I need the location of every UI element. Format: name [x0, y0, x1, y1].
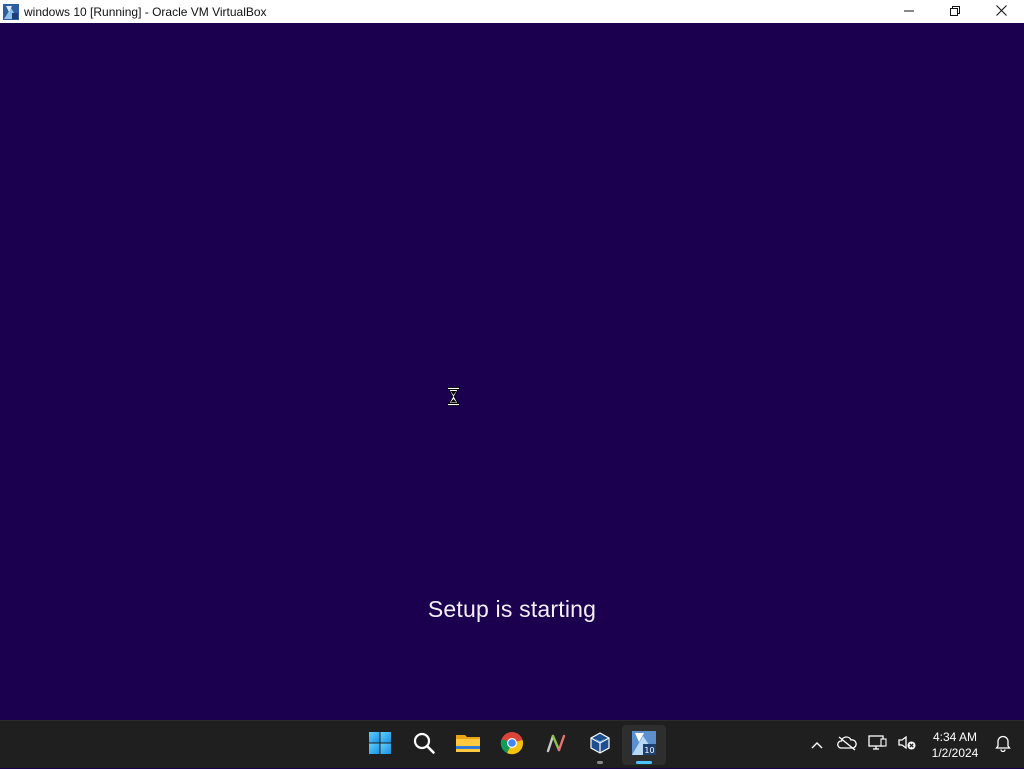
setup-status-text: Setup is starting	[427, 596, 597, 622]
folder-icon	[455, 731, 481, 760]
close-button[interactable]	[978, 0, 1024, 23]
minimize-button[interactable]	[886, 0, 932, 23]
network-icon	[867, 734, 887, 757]
minimize-icon	[904, 3, 914, 21]
windows-start-icon	[368, 731, 392, 760]
window-title: windows 10 [Running] - Oracle VM Virtual…	[24, 4, 267, 19]
notifications-button[interactable]	[988, 725, 1018, 765]
virtualbox-vm-icon	[3, 3, 19, 20]
file-explorer-button[interactable]	[446, 725, 490, 765]
vm-display[interactable]: Setup is starting	[0, 23, 1024, 720]
chrome-button[interactable]	[490, 725, 534, 765]
clock-date: 1/2/2024	[931, 746, 979, 760]
vm-window-icon: 10	[631, 730, 657, 761]
clock[interactable]: 4:34 AM 1/2/2024	[924, 729, 986, 761]
volume-button[interactable]	[892, 725, 922, 765]
taskbar: 10 4:34 AM 1/2/2024	[0, 720, 1024, 768]
bell-icon	[995, 734, 1011, 757]
n-app-button[interactable]	[534, 725, 578, 765]
chrome-icon	[500, 731, 524, 760]
restore-icon	[950, 3, 960, 21]
system-tray: 4:34 AM 1/2/2024	[802, 721, 1024, 769]
chevron-up-icon	[811, 736, 823, 754]
vm-window-button[interactable]: 10	[622, 725, 666, 765]
search-button[interactable]	[402, 725, 446, 765]
volume-muted-icon	[897, 734, 917, 757]
virtualbox-icon	[588, 731, 612, 760]
search-icon	[412, 731, 436, 760]
window-titlebar[interactable]: windows 10 [Running] - Oracle VM Virtual…	[0, 0, 1024, 23]
taskbar-apps: 10	[358, 721, 666, 769]
close-icon	[995, 3, 1007, 21]
active-indicator	[636, 761, 652, 764]
svg-text:10: 10	[644, 746, 654, 755]
network-button[interactable]	[862, 725, 892, 765]
restore-button[interactable]	[932, 0, 978, 23]
virtualbox-button[interactable]	[578, 725, 622, 765]
clock-time: 4:34 AM	[932, 730, 978, 744]
hourglass-cursor-icon	[447, 387, 460, 406]
cloud-offline-icon	[837, 735, 857, 756]
n-app-icon	[544, 731, 568, 760]
show-hidden-icons-button[interactable]	[802, 725, 832, 765]
start-button[interactable]	[358, 725, 402, 765]
running-indicator	[597, 761, 603, 764]
onedrive-button[interactable]	[832, 725, 862, 765]
